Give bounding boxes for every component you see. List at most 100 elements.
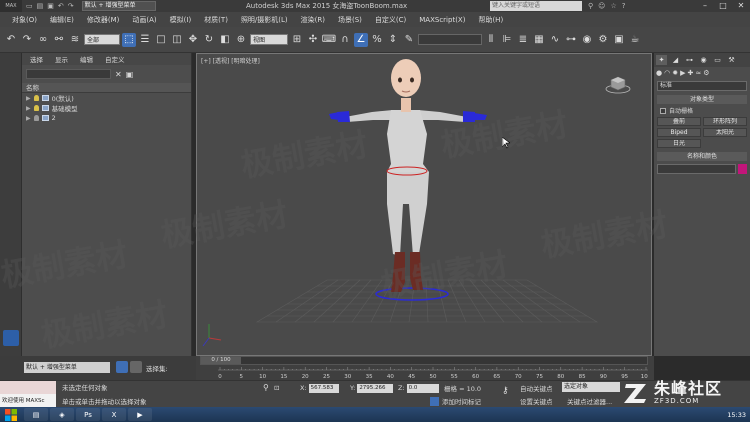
se-menu-edit[interactable]: 编辑 [80, 54, 93, 64]
mirror-icon[interactable]: ⫴ [484, 33, 498, 47]
select-object-icon[interactable]: ⬚ [122, 32, 136, 47]
select-manipulate-icon[interactable]: ✣ [306, 33, 320, 47]
object-type-button[interactable]: 太阳光 [703, 128, 747, 137]
light-bulb-icon[interactable] [33, 115, 39, 121]
geometry-icon[interactable]: ● [656, 69, 662, 77]
selection-lock-toggle-icon[interactable]: ⚲ [263, 383, 269, 392]
explorer-options-icon[interactable]: ▣ [126, 70, 134, 79]
rect-region-icon[interactable]: □ [154, 33, 168, 47]
display-tab-icon[interactable]: ▭ [712, 55, 723, 65]
viewport-layout-button[interactable] [3, 330, 19, 346]
rendered-frame-icon[interactable]: ▣ [612, 33, 626, 47]
expand-arrow-icon[interactable]: ▶ [26, 105, 31, 112]
cameras-icon[interactable]: ▶ [680, 69, 685, 77]
se-menu-customize[interactable]: 自定义 [105, 54, 125, 64]
menu-rendering[interactable]: 渲染(R) [301, 15, 325, 25]
spacewarps-icon[interactable]: ≈ [695, 69, 701, 77]
set-key-icon[interactable]: ⚷ [502, 386, 509, 396]
y-coord-field[interactable]: 2795.266 [357, 383, 394, 393]
isolate-selection-icon[interactable] [116, 361, 128, 373]
expand-arrow-icon[interactable]: ▶ [26, 115, 31, 122]
unlink-icon[interactable]: ⚯ [52, 33, 66, 47]
object-type-button[interactable]: Biped [657, 128, 701, 137]
window-crossing-icon[interactable]: ◫ [170, 33, 184, 47]
taskbar-3dsmax-icon[interactable]: ◈ [50, 408, 74, 421]
systems-icon[interactable]: ⚙ [703, 69, 709, 77]
time-slider-thumb[interactable]: 0 / 100 [201, 357, 241, 364]
render-setup-icon[interactable]: ⚙ [596, 33, 610, 47]
utilities-tab-icon[interactable]: ⚒ [726, 55, 737, 65]
perspective-viewport[interactable]: [+] [透视] [明暗处理] [196, 53, 652, 356]
scene-search-input[interactable] [26, 69, 111, 79]
user-icon[interactable]: ☺ [598, 0, 605, 12]
menu-lights-cameras[interactable]: 照明/摄影机(L) [241, 15, 288, 25]
rollout-name-color[interactable]: 名称和颜色 [657, 152, 747, 161]
add-time-tag[interactable]: 添加时间标记 [430, 396, 481, 406]
redo-icon[interactable]: ↷ [20, 33, 34, 47]
se-menu-display[interactable]: 显示 [55, 54, 68, 64]
snap-toggle-icon[interactable]: ∩ [338, 33, 352, 47]
time-slider[interactable]: 0 / 100 [200, 356, 648, 365]
object-name-field[interactable] [657, 164, 736, 174]
maxscript-input[interactable] [0, 381, 56, 394]
reference-coord-select[interactable]: 视图 [250, 34, 288, 45]
hierarchy-tab-icon[interactable]: ⊶ [684, 55, 695, 65]
angle-snap-icon[interactable]: ∠ [354, 32, 368, 47]
menu-material[interactable]: 材质(T) [204, 15, 228, 25]
search-input[interactable]: 键入关键字或短语 [490, 1, 582, 11]
redo-icon[interactable]: ↷ [68, 2, 74, 10]
curve-editor-icon[interactable]: ∿ [548, 33, 562, 47]
helpers-icon[interactable]: ✚ [687, 69, 693, 77]
shapes-icon[interactable]: ◠ [664, 69, 670, 77]
menu-maxscript[interactable]: MAXScript(X) [419, 16, 465, 24]
taskbar-excel-icon[interactable]: X [102, 408, 126, 421]
align-icon[interactable]: ⊫ [500, 33, 514, 47]
app-logo[interactable]: MAX [0, 0, 22, 12]
column-header-name[interactable]: 名称 [22, 83, 191, 93]
selection-filter-select[interactable]: 全部 [84, 34, 120, 45]
absolute-mode-toggle-icon[interactable]: ⊡ [274, 383, 279, 393]
taskbar-media-icon[interactable]: ▶ [128, 408, 152, 421]
taskbar-explorer-icon[interactable]: ▤ [24, 408, 48, 421]
auto-grid-checkbox-row[interactable]: 自动栅格 [660, 106, 744, 115]
new-file-icon[interactable]: ▭ [26, 2, 33, 10]
menu-animation[interactable]: 动画(A) [132, 15, 156, 25]
maximize-icon[interactable]: □ [714, 0, 732, 12]
material-editor-icon[interactable]: ◉ [580, 33, 594, 47]
expand-arrow-icon[interactable]: ▶ [26, 95, 31, 102]
taskbar-photoshop-icon[interactable]: Ps [76, 408, 100, 421]
spinner-snap-icon[interactable]: ⇕ [386, 33, 400, 47]
place-icon[interactable]: ⊕ [234, 33, 248, 47]
menu-simulation[interactable]: 模拟(I) [170, 15, 192, 25]
workspace-select[interactable]: 默认 + 增强型菜单 [81, 1, 156, 11]
object-type-button[interactable]: 环形阵列 [703, 117, 747, 126]
percent-snap-icon[interactable]: % [370, 33, 384, 47]
start-button[interactable] [0, 407, 22, 422]
layer-row[interactable]: ▶ 0(默认) [22, 93, 191, 104]
auto-grid-checkbox[interactable] [660, 107, 666, 114]
render-production-icon[interactable]: ☕ [628, 33, 642, 47]
lights-icon[interactable]: ✹ [672, 69, 678, 77]
layer-row[interactable]: ▶ 基础模型 [22, 103, 191, 114]
maxscript-listener[interactable]: 欢迎使用 MAXSc [0, 381, 56, 408]
schematic-view-icon[interactable]: ⊶ [564, 33, 578, 47]
keyboard-shortcut-icon[interactable]: ⌨ [322, 33, 336, 47]
maxscript-output[interactable]: 欢迎使用 MAXSc [0, 394, 56, 408]
tray-clock[interactable]: 15:33 [727, 411, 746, 419]
ribbon-icon[interactable]: ▦ [532, 33, 546, 47]
object-type-button[interactable]: 日光 [657, 139, 701, 148]
search-icon[interactable]: ⚲ [588, 0, 593, 12]
set-key-button[interactable]: 设置关键点 [520, 396, 553, 406]
category-select[interactable]: 标准 [657, 81, 747, 91]
motion-tab-icon[interactable]: ◉ [698, 55, 709, 65]
select-move-icon[interactable]: ✥ [186, 33, 200, 47]
light-bulb-icon[interactable] [33, 95, 39, 101]
select-by-name-icon[interactable]: ☰ [138, 33, 152, 47]
edit-named-sets-icon[interactable]: ✎ [402, 33, 416, 47]
link-icon[interactable]: ∞ [36, 33, 50, 47]
modify-tab-icon[interactable]: ◢ [670, 55, 681, 65]
layer-explorer-icon[interactable]: ≣ [516, 33, 530, 47]
key-selection-select[interactable]: 选定对象 [562, 382, 620, 392]
menu-help[interactable]: 帮助(H) [478, 15, 503, 25]
minimize-icon[interactable]: – [696, 0, 714, 12]
